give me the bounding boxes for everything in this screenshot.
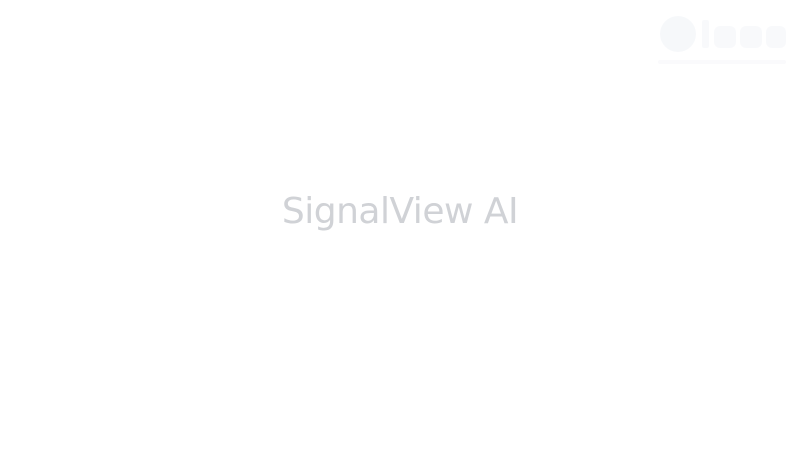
splash-screen: SignalView AI [0,0,800,450]
brand-logo-icon [656,12,790,68]
app-title: SignalView AI [281,191,519,232]
